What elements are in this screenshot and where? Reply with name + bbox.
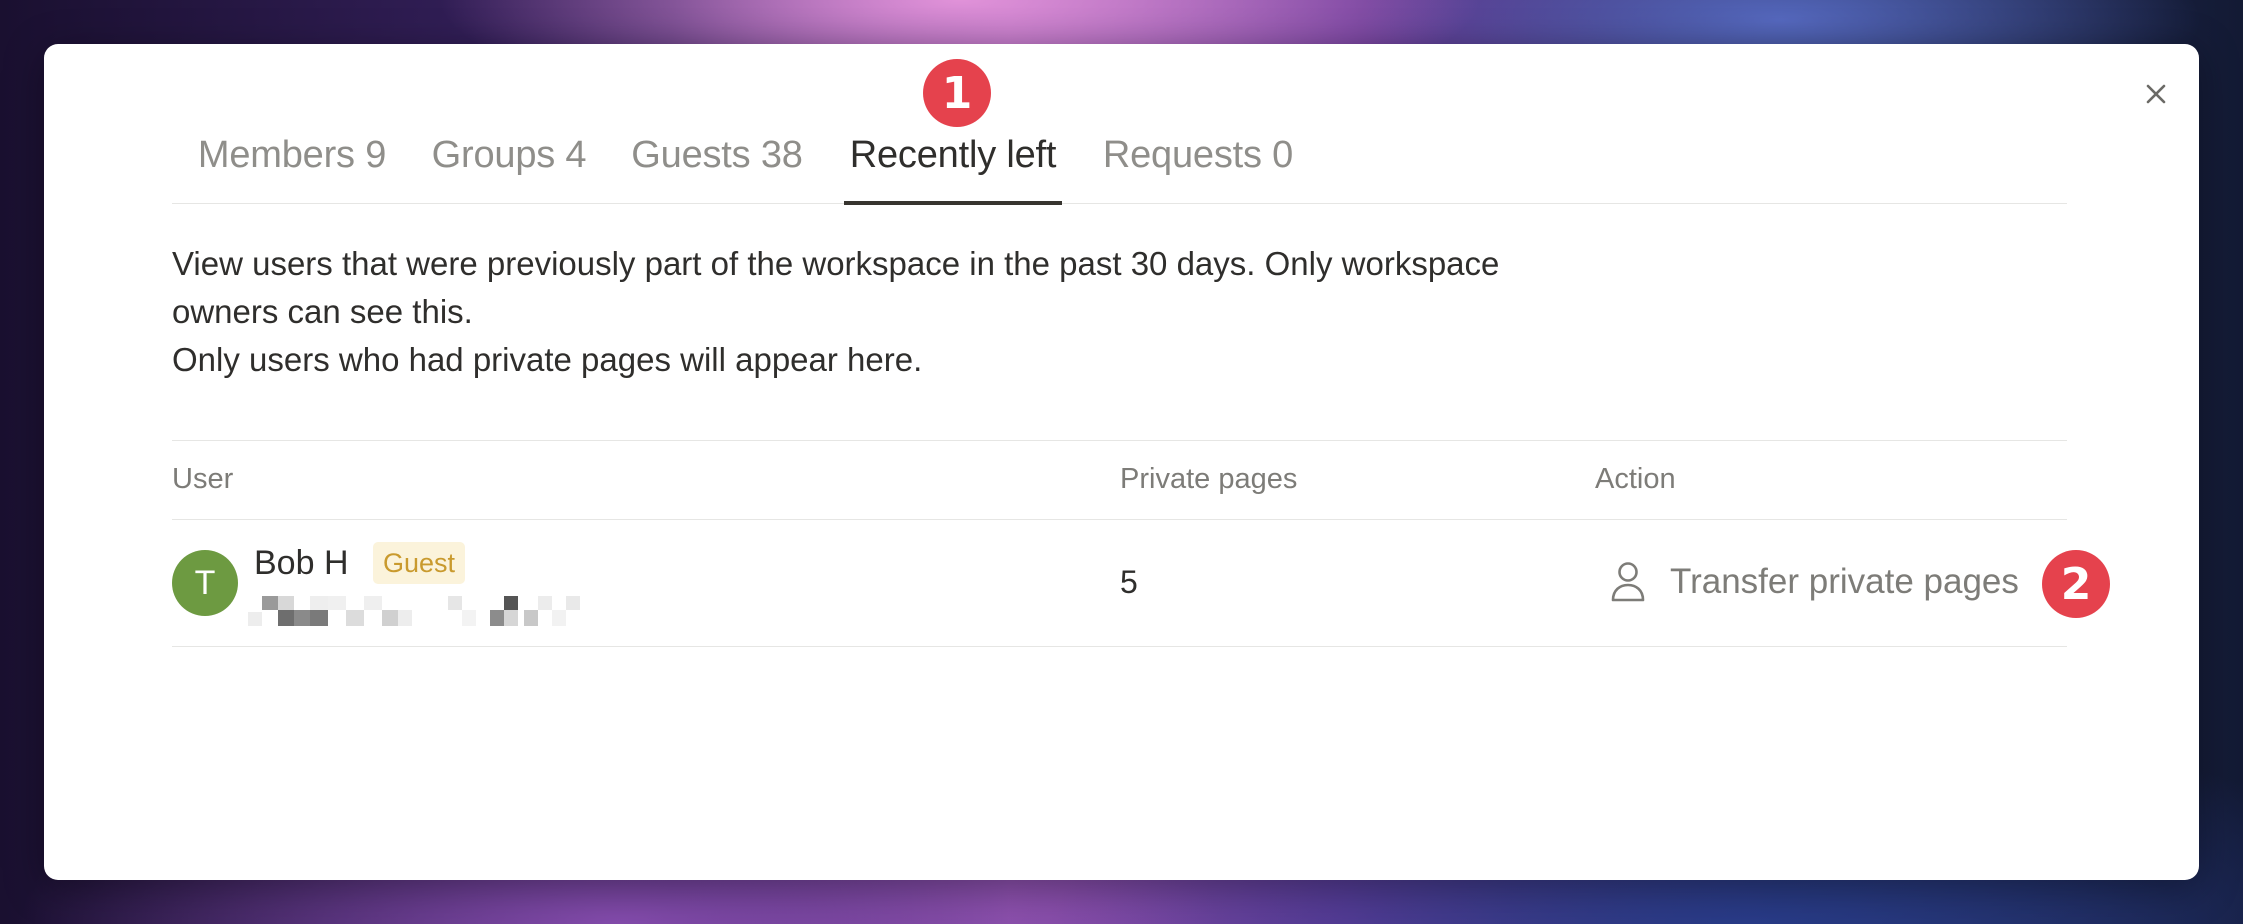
tab-members[interactable]: Members 9 xyxy=(192,134,392,204)
tab-groups[interactable]: Groups 4 xyxy=(427,134,591,204)
tab-bar: Members 9 Groups 4 Guests 38 Recently le… xyxy=(172,100,2067,205)
column-header-user: User xyxy=(172,463,234,495)
table-row: T Bob H Guest 5 Transfer private pages xyxy=(172,520,2067,647)
tab-members-label: Members xyxy=(197,134,355,176)
tab-requests[interactable]: Requests 0 xyxy=(1098,134,1298,204)
description-line-1: View users that were previously part of … xyxy=(172,245,1500,330)
user-name: Bob H xyxy=(254,544,349,582)
transfer-private-pages-label: Transfer private pages xyxy=(1670,562,2019,601)
user-icon xyxy=(1608,560,1652,604)
tab-recently-left[interactable]: Recently left xyxy=(844,134,1062,205)
tab-members-count: 9 xyxy=(365,134,387,176)
description-line-2: Only users who had private pages will ap… xyxy=(172,341,923,378)
column-header-private-pages: Private pages xyxy=(1120,463,1298,495)
tab-groups-count: 4 xyxy=(565,134,587,176)
annotation-badge-1: 1 xyxy=(923,59,991,127)
transfer-private-pages-button[interactable]: Transfer private pages xyxy=(1608,542,2019,622)
close-icon[interactable] xyxy=(2144,82,2168,106)
tab-requests-count: 0 xyxy=(1272,134,1294,176)
tab-guests-count: 38 xyxy=(760,134,803,176)
guest-badge: Guest xyxy=(373,542,466,584)
recently-left-description: View users that were previously part of … xyxy=(172,240,1612,384)
tab-guests[interactable]: Guests 38 xyxy=(625,134,809,204)
avatar: T xyxy=(172,550,238,616)
column-header-action: Action xyxy=(1595,463,1676,495)
annotation-badge-2: 2 xyxy=(2042,550,2110,618)
tab-guests-label: Guests xyxy=(631,134,751,176)
tab-requests-label: Requests xyxy=(1102,134,1262,176)
recently-left-table: User Private pages Action T Bob H Guest xyxy=(172,440,2067,647)
close-button[interactable] xyxy=(2134,72,2178,116)
tab-recently-left-label: Recently left xyxy=(849,134,1057,176)
private-pages-count: 5 xyxy=(1120,564,1138,600)
active-tab-indicator xyxy=(844,201,1062,205)
tab-groups-label: Groups xyxy=(431,134,556,176)
redacted-email xyxy=(248,596,580,626)
table-header: User Private pages Action xyxy=(172,440,2067,520)
